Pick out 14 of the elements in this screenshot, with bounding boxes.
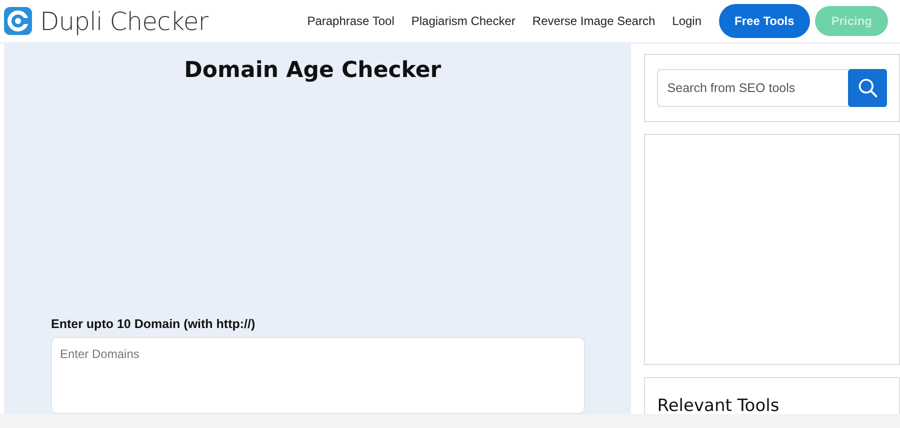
- search-button[interactable]: [848, 69, 887, 107]
- nav-link[interactable]: Reverse Image Search: [532, 14, 656, 28]
- nav-link[interactable]: Plagiarism Checker: [411, 14, 516, 28]
- search-field[interactable]: Search from SEO tools: [657, 69, 848, 107]
- search-icon: [856, 77, 878, 99]
- domains-field[interactable]: Enter Domains: [51, 336, 585, 414]
- free-tools-button[interactable]: Free Tools: [718, 4, 810, 38]
- section-heading: Relevant Tools: [657, 396, 780, 416]
- nav-link[interactable]: Paraphrase Tool: [307, 14, 394, 28]
- page-title: Domain Age Checker: [183, 58, 442, 83]
- nav-link[interactable]: Login: [672, 14, 702, 28]
- field-label: Enter upto 10 Domain (with http://): [51, 316, 256, 331]
- logo-text[interactable]: Dupli Checker: [40, 6, 208, 36]
- logo-icon[interactable]: [4, 7, 32, 35]
